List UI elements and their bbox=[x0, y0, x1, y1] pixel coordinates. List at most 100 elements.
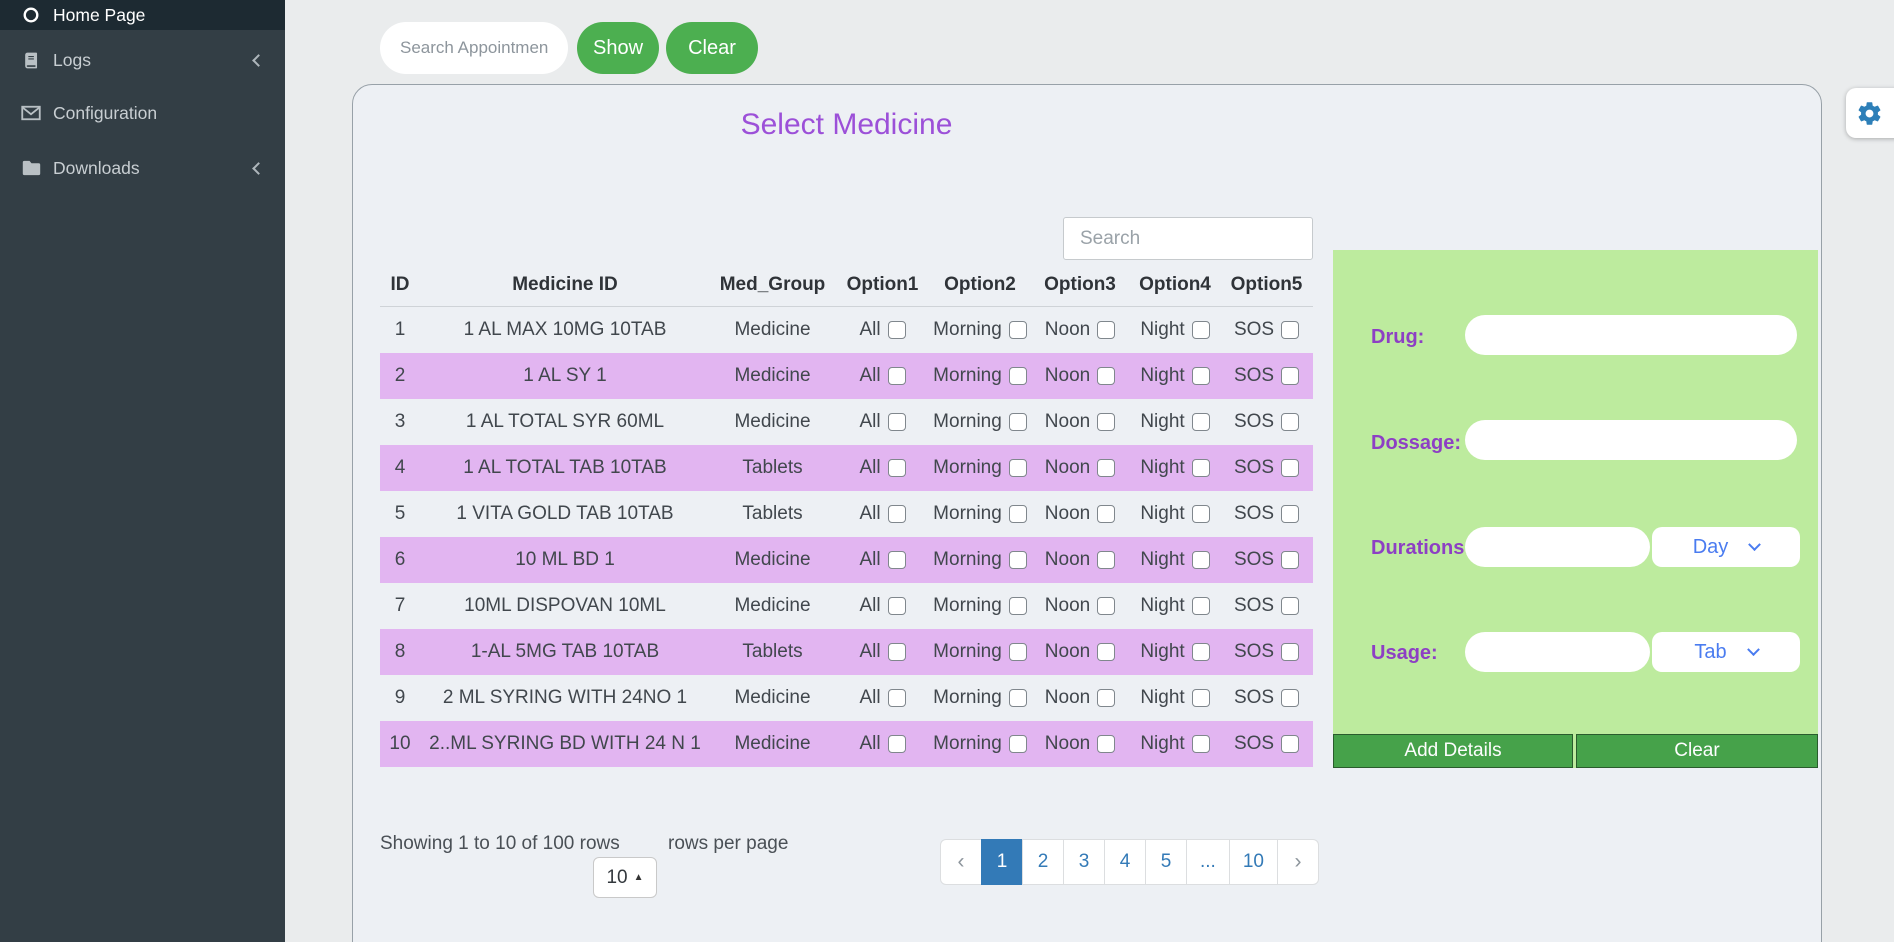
usage-unit-select[interactable]: Tab bbox=[1652, 632, 1800, 672]
table-row[interactable]: 4 1 AL TOTAL TAB 10TAB Tablets All Morni… bbox=[380, 445, 1313, 491]
cell-medicine-id: 10 ML BD 1 bbox=[420, 549, 710, 571]
option-sos-checkbox[interactable] bbox=[1281, 597, 1299, 615]
option-all-checkbox[interactable] bbox=[888, 367, 906, 385]
option-sos-checkbox[interactable] bbox=[1281, 643, 1299, 661]
option-morning-checkbox[interactable] bbox=[1009, 459, 1027, 477]
table-search-input[interactable] bbox=[1063, 217, 1313, 260]
option-noon-checkbox[interactable] bbox=[1097, 689, 1115, 707]
option-all-checkbox[interactable] bbox=[888, 597, 906, 615]
option-all-checkbox[interactable] bbox=[888, 689, 906, 707]
medicine-table: ID Medicine ID Med_Group Option1 Option2… bbox=[380, 263, 1313, 767]
pagination-next-button[interactable]: › bbox=[1277, 839, 1319, 885]
page-size-dropdown[interactable]: 10 ▲ bbox=[593, 857, 657, 898]
form-clear-button[interactable]: Clear bbox=[1576, 734, 1818, 768]
option-morning-checkbox[interactable] bbox=[1009, 413, 1027, 431]
table-row[interactable]: 10 2..ML SYRING BD WITH 24 N 1 Medicine … bbox=[380, 721, 1313, 767]
option-morning-checkbox[interactable] bbox=[1009, 367, 1027, 385]
table-row[interactable]: 5 1 VITA GOLD TAB 10TAB Tablets All Morn… bbox=[380, 491, 1313, 537]
option-noon-checkbox[interactable] bbox=[1097, 735, 1115, 753]
option-sos-checkbox[interactable] bbox=[1281, 735, 1299, 753]
cell-med-group: Medicine bbox=[710, 411, 835, 433]
option-all-checkbox[interactable] bbox=[888, 551, 906, 569]
option-sos-checkbox[interactable] bbox=[1281, 551, 1299, 569]
envelope-icon bbox=[21, 103, 41, 123]
option-sos-checkbox[interactable] bbox=[1281, 413, 1299, 431]
pagination-prev-button[interactable]: ‹ bbox=[940, 839, 982, 885]
option-sos-checkbox[interactable] bbox=[1281, 321, 1299, 339]
cell-med-group: Medicine bbox=[710, 365, 835, 387]
option-morning-checkbox[interactable] bbox=[1009, 735, 1027, 753]
sidebar-item-home-page[interactable]: Home Page bbox=[0, 0, 285, 30]
option-night-checkbox[interactable] bbox=[1192, 367, 1210, 385]
pagination-page-button[interactable]: 5 bbox=[1145, 839, 1187, 885]
option-label: Night bbox=[1140, 503, 1184, 525]
option-morning-checkbox[interactable] bbox=[1009, 321, 1027, 339]
option-all-checkbox[interactable] bbox=[888, 735, 906, 753]
cell-med-group: Tablets bbox=[710, 641, 835, 663]
option-noon-checkbox[interactable] bbox=[1097, 505, 1115, 523]
option-label: Morning bbox=[933, 733, 1002, 755]
option-night-checkbox[interactable] bbox=[1192, 689, 1210, 707]
option-noon-checkbox[interactable] bbox=[1097, 321, 1115, 339]
clear-button[interactable]: Clear bbox=[666, 22, 758, 74]
option-night-checkbox[interactable] bbox=[1192, 735, 1210, 753]
pagination-page-button[interactable]: ... bbox=[1186, 839, 1230, 885]
column-header-option1: Option1 bbox=[835, 274, 930, 296]
option-sos-checkbox[interactable] bbox=[1281, 505, 1299, 523]
durations-unit-select[interactable]: Day bbox=[1652, 527, 1800, 567]
table-row[interactable]: 1 1 AL MAX 10MG 10TAB Medicine All Morni… bbox=[380, 307, 1313, 353]
table-row[interactable]: 2 1 AL SY 1 Medicine All Morning Noon Ni… bbox=[380, 353, 1313, 399]
dossage-input[interactable] bbox=[1465, 420, 1797, 460]
option-all-checkbox[interactable] bbox=[888, 643, 906, 661]
table-row[interactable]: 3 1 AL TOTAL SYR 60ML Medicine All Morni… bbox=[380, 399, 1313, 445]
option-noon-checkbox[interactable] bbox=[1097, 459, 1115, 477]
option-morning-checkbox[interactable] bbox=[1009, 551, 1027, 569]
option-night-checkbox[interactable] bbox=[1192, 643, 1210, 661]
option-night-checkbox[interactable] bbox=[1192, 321, 1210, 339]
pagination-page-button[interactable]: 10 bbox=[1229, 839, 1278, 885]
cell-id: 10 bbox=[380, 733, 420, 755]
option-night-checkbox[interactable] bbox=[1192, 413, 1210, 431]
pagination-page-button[interactable]: 4 bbox=[1104, 839, 1146, 885]
usage-input[interactable] bbox=[1465, 632, 1650, 672]
rows-per-page-label: rows per page bbox=[668, 833, 788, 855]
option-sos-checkbox[interactable] bbox=[1281, 459, 1299, 477]
option-morning-checkbox[interactable] bbox=[1009, 643, 1027, 661]
option-all-checkbox[interactable] bbox=[888, 459, 906, 477]
sidebar-item-configuration[interactable]: Configuration bbox=[0, 96, 285, 130]
option-noon-checkbox[interactable] bbox=[1097, 597, 1115, 615]
add-details-button[interactable]: Add Details bbox=[1333, 734, 1573, 768]
option-all-checkbox[interactable] bbox=[888, 413, 906, 431]
pagination-page-button[interactable]: 2 bbox=[1022, 839, 1064, 885]
drug-input[interactable] bbox=[1465, 315, 1797, 355]
settings-button[interactable] bbox=[1846, 88, 1894, 138]
pagination-page-button[interactable]: 1 bbox=[981, 839, 1023, 885]
table-row[interactable]: 8 1-AL 5MG TAB 10TAB Tablets All Morning… bbox=[380, 629, 1313, 675]
appointment-search-input[interactable] bbox=[380, 22, 568, 74]
option-noon-checkbox[interactable] bbox=[1097, 643, 1115, 661]
option-morning-checkbox[interactable] bbox=[1009, 505, 1027, 523]
durations-input[interactable] bbox=[1465, 527, 1650, 567]
table-row[interactable]: 6 10 ML BD 1 Medicine All Morning Noon N… bbox=[380, 537, 1313, 583]
show-button[interactable]: Show bbox=[577, 22, 659, 74]
option-noon-checkbox[interactable] bbox=[1097, 413, 1115, 431]
sidebar-item-downloads[interactable]: Downloads bbox=[0, 151, 285, 185]
option-noon-checkbox[interactable] bbox=[1097, 551, 1115, 569]
option-night-checkbox[interactable] bbox=[1192, 597, 1210, 615]
table-row[interactable]: 9 2 ML SYRING WITH 24NO 1 Medicine All M… bbox=[380, 675, 1313, 721]
option-noon-checkbox[interactable] bbox=[1097, 367, 1115, 385]
option-label: Noon bbox=[1045, 365, 1090, 387]
option-night-checkbox[interactable] bbox=[1192, 459, 1210, 477]
pagination-page-button[interactable]: 3 bbox=[1063, 839, 1105, 885]
option-all-checkbox[interactable] bbox=[888, 505, 906, 523]
option-all-checkbox[interactable] bbox=[888, 321, 906, 339]
cell-id: 6 bbox=[380, 549, 420, 571]
option-night-checkbox[interactable] bbox=[1192, 505, 1210, 523]
option-night-checkbox[interactable] bbox=[1192, 551, 1210, 569]
option-sos-checkbox[interactable] bbox=[1281, 367, 1299, 385]
option-sos-checkbox[interactable] bbox=[1281, 689, 1299, 707]
sidebar-item-logs[interactable]: Logs bbox=[0, 43, 285, 77]
option-morning-checkbox[interactable] bbox=[1009, 689, 1027, 707]
option-morning-checkbox[interactable] bbox=[1009, 597, 1027, 615]
table-row[interactable]: 7 10ML DISPOVAN 10ML Medicine All Mornin… bbox=[380, 583, 1313, 629]
